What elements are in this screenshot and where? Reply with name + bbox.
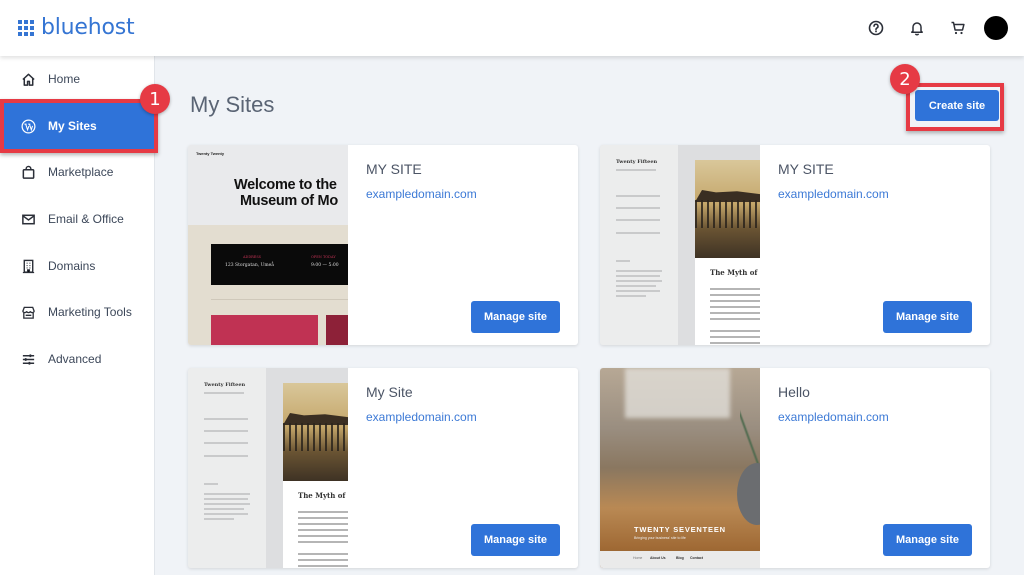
thumbnail-address: 123 Storgatan, Umeå — [225, 263, 274, 268]
sidebar-item-advanced[interactable]: Advanced — [0, 336, 155, 382]
sidebar-item-label: Marketing Tools — [48, 305, 132, 319]
sliders-icon — [20, 351, 36, 367]
annotation-badge-2: 2 — [890, 64, 920, 94]
site-thumbnail[interactable]: TWENTY SEVENTEEN Bringing your business'… — [600, 368, 760, 568]
cart-icon — [951, 21, 965, 35]
sidebar: Home My Sites Marketplace Email & Office… — [0, 56, 155, 575]
brand-name: bluehost — [41, 15, 135, 40]
site-card: Twenty Fifteen The Myth of t — [600, 145, 990, 345]
bluehost-logo[interactable]: bluehost — [18, 15, 135, 40]
site-name: MY SITE — [366, 161, 422, 177]
sidebar-item-marketplace[interactable]: Marketplace — [0, 149, 155, 195]
thumbnail-nav-item: About Us — [650, 556, 666, 560]
sidebar-item-home[interactable]: Home — [0, 56, 155, 102]
notifications-button[interactable] — [901, 12, 933, 44]
wordpress-icon — [20, 118, 36, 134]
thumbnail-image-block — [211, 315, 318, 345]
site-name: Hello — [778, 384, 810, 400]
site-name: MY SITE — [778, 161, 834, 177]
page-title: My Sites — [190, 92, 275, 117]
home-icon — [20, 71, 36, 87]
envelope-icon — [20, 211, 36, 227]
sidebar-item-label: Email & Office — [48, 212, 124, 226]
thumbnail-heading: The Myth of t — [710, 268, 760, 277]
grid-logo-icon — [18, 19, 34, 36]
thumbnail-divider — [211, 299, 348, 300]
sidebar-item-label: Home — [48, 72, 81, 86]
sidebar-item-label: Marketplace — [48, 165, 114, 179]
thumbnail-brand: Twenty Fifteen — [616, 159, 658, 165]
thumbnail-hours-label: OPEN TODAY — [311, 255, 336, 259]
manage-site-button[interactable]: Manage site — [883, 524, 972, 556]
sidebar-item-domains[interactable]: Domains — [0, 243, 155, 289]
sidebar-item-label: Advanced — [48, 352, 102, 366]
site-card: TWENTY SEVENTEEN Bringing your business'… — [600, 368, 990, 568]
building-icon — [20, 258, 36, 274]
thumbnail-heading-line1: Welcome to the — [234, 177, 337, 193]
shopping-bag-icon — [20, 164, 36, 180]
thumbnail-nav: Home About Us Blog Contact — [600, 551, 760, 568]
site-card: Twenty Fifteen The Myth of t — [188, 368, 578, 568]
sidebar-item-label: My Sites — [48, 119, 97, 133]
sidebar-item-my-sites[interactable]: My Sites — [0, 103, 155, 149]
header-actions — [851, 12, 1008, 44]
thumbnail-content: The Myth of t — [283, 383, 348, 568]
site-domain-link[interactable]: exampledomain.com — [778, 187, 889, 201]
bell-icon — [911, 22, 923, 36]
thumbnail-body: ADDRESS 123 Storgatan, Umeå OPEN TODAY 9… — [188, 225, 348, 345]
thumbnail-brand: Twenty Twenty — [196, 151, 225, 156]
help-button[interactable] — [860, 12, 892, 44]
top-bar: bluehost — [0, 0, 1024, 56]
thumbnail-header: Twenty Twenty Welcome to the Museum of M… — [188, 145, 348, 225]
site-card-body: MY SITE exampledomain.com Manage site — [348, 145, 578, 345]
thumbnail-sidebar: Twenty Fifteen — [188, 368, 266, 568]
thumbnail-nav-item: Home — [633, 556, 643, 560]
thumbnail-heading: The Myth of t — [298, 491, 348, 500]
site-domain-link[interactable]: exampledomain.com — [366, 410, 477, 424]
site-thumbnail[interactable]: Twenty Twenty Welcome to the Museum of M… — [188, 145, 348, 345]
site-domain-link[interactable]: exampledomain.com — [366, 187, 477, 201]
thumbnail-window-blur — [625, 368, 730, 418]
create-site-button[interactable]: Create site — [915, 90, 999, 121]
avatar[interactable] — [984, 16, 1008, 40]
thumbnail-hours: 9:00 — 5:00 — [311, 263, 339, 268]
thumbnail-sidebar: Twenty Fifteen — [600, 145, 678, 345]
site-name: My Site — [366, 384, 413, 400]
thumbnail-heading-line2: Museum of Mo — [240, 193, 338, 209]
thumbnail-address-label: ADDRESS — [243, 255, 262, 259]
site-thumbnail[interactable]: Twenty Fifteen The Myth of t — [600, 145, 760, 345]
thumbnail-nav-item: Blog — [676, 556, 684, 560]
thumbnail-content: The Myth of t — [695, 160, 760, 345]
sidebar-item-marketing-tools[interactable]: Marketing Tools — [0, 289, 155, 335]
site-card-body: MY SITE exampledomain.com Manage site — [760, 145, 990, 345]
manage-site-button[interactable]: Manage site — [883, 301, 972, 333]
pier-photo — [695, 160, 760, 258]
thumbnail-info-box: ADDRESS 123 Storgatan, Umeå OPEN TODAY 9… — [211, 244, 348, 285]
site-card-body: My Site exampledomain.com Manage site — [348, 368, 578, 568]
cart-button[interactable] — [942, 12, 974, 44]
storefront-icon — [20, 304, 36, 320]
sidebar-item-label: Domains — [48, 259, 96, 273]
thumbnail-pot — [737, 463, 760, 525]
thumbnail-nav-item: Contact — [690, 556, 704, 560]
thumbnail-brand: Twenty Fifteen — [204, 382, 246, 388]
thumbnail-heading: Welcome to the Museum of Mo — [234, 177, 348, 209]
annotation-badge-1: 1 — [140, 84, 170, 114]
site-domain-link[interactable]: exampledomain.com — [778, 410, 889, 424]
site-thumbnail[interactable]: Twenty Fifteen The Myth of t — [188, 368, 348, 568]
sidebar-item-email-office[interactable]: Email & Office — [0, 196, 155, 242]
pier-photo — [283, 383, 348, 481]
thumbnail-title: TWENTY SEVENTEEN — [634, 525, 726, 534]
manage-site-button[interactable]: Manage site — [471, 301, 560, 333]
site-card-body: Hello exampledomain.com Manage site — [760, 368, 990, 568]
thumbnail-image-block — [326, 315, 348, 345]
site-card: Twenty Twenty Welcome to the Museum of M… — [188, 145, 578, 345]
help-icon — [868, 20, 884, 36]
manage-site-button[interactable]: Manage site — [471, 524, 560, 556]
thumbnail-tagline: Bringing your business' site to life — [634, 536, 686, 540]
thumbnail-plant — [740, 406, 760, 466]
